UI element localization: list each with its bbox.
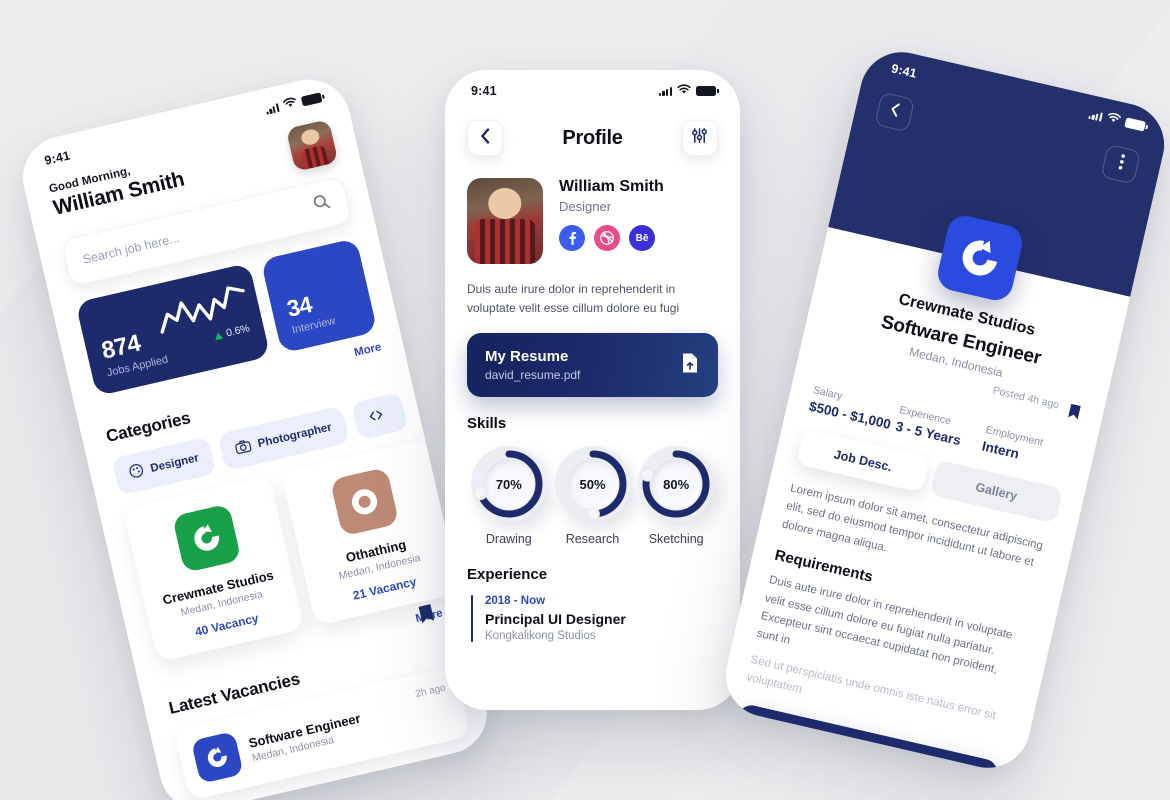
experience-date: 2018 - Now (485, 595, 546, 608)
wifi-icon (677, 84, 691, 98)
more-button[interactable] (1100, 143, 1142, 185)
company-card[interactable]: Othathing Medan, Indonesia 21 Vacancy (280, 439, 463, 626)
battery-icon (300, 92, 323, 107)
skills-list: 70% Drawing 50% Research 80% Sketching (467, 446, 718, 546)
bookmark-icon[interactable] (1065, 402, 1083, 426)
vacancy-time: 2h ago (414, 682, 447, 701)
sliders-icon (691, 127, 708, 149)
experience-title: Experience (467, 566, 548, 584)
dribbble-icon[interactable] (594, 225, 620, 251)
company-card[interactable]: Crewmate Studios Medan, Indonesia 40 Vac… (123, 475, 305, 663)
trend-up-icon (213, 331, 224, 340)
tab-gallery[interactable]: Gallery (929, 459, 1064, 524)
timeline-divider (471, 595, 473, 643)
skill-label: Research (565, 532, 620, 547)
battery-icon (1124, 117, 1146, 132)
facebook-icon[interactable] (559, 225, 585, 251)
signal-bars-icon (265, 102, 280, 115)
skill-percent: 70% (495, 476, 522, 492)
social-links: Bē (559, 225, 664, 251)
back-button[interactable] (467, 120, 503, 156)
skill-percent: 80% (663, 476, 690, 492)
profile-name: William Smith (559, 178, 664, 195)
skill-label: Drawing (485, 532, 532, 547)
experience-item: 2018 - Now Principal UI Designer Kongkal… (467, 595, 718, 643)
othathing-logo-icon (329, 467, 400, 537)
stat-card-interview[interactable]: 34 Interview (260, 237, 378, 354)
skill-label: Sketching (648, 532, 704, 547)
vacancy-card[interactable]: Software Engineer Medan, Indonesia 2h ag… (174, 665, 471, 800)
job-meta-salary: Salary $500 - $1,000 (808, 384, 901, 433)
page-title: Profile (562, 126, 623, 149)
category-label: Photographer (256, 421, 333, 451)
category-chip-developer[interactable] (350, 392, 408, 441)
profile-photo (467, 178, 543, 264)
skill-item[interactable]: 80% Sketching (634, 446, 718, 546)
chevron-left-icon (888, 101, 902, 123)
back-button[interactable] (874, 91, 916, 133)
code-icon (367, 407, 386, 428)
filter-button[interactable] (681, 120, 718, 156)
palette-icon (127, 462, 146, 483)
skill-percent: 50% (579, 476, 606, 492)
phone-mockup-home: 9:41 Good Morning, William Smith Search … (14, 71, 496, 800)
skills-title: Skills (467, 415, 507, 433)
behance-icon[interactable]: Bē (629, 225, 655, 251)
job-meta-experience: Experience 3 - 5 Years (894, 404, 987, 453)
resume-card[interactable]: My Resume david_resume.pdf (467, 333, 718, 398)
signal-bars-icon (1087, 109, 1103, 122)
job-meta-employment: Employment Intern (981, 424, 1074, 473)
resume-filename: david_resume.pdf (485, 368, 581, 383)
skill-item[interactable]: 50% Research (551, 446, 635, 546)
experience-role: Principal UI Designer (485, 611, 626, 628)
camera-icon (234, 438, 253, 458)
phone-mockup-profile: 9:41 Profile William Smith Designer Bē D… (445, 70, 740, 710)
profile-role: Designer (559, 199, 612, 214)
experience-company: Kongkalikong Studios (485, 630, 596, 643)
search-icon[interactable] (311, 192, 333, 217)
status-time: 9:41 (471, 84, 497, 98)
battery-icon (696, 86, 719, 96)
screenshot-stage: 9:41 Good Morning, William Smith Search … (0, 0, 1170, 800)
avatar[interactable] (285, 119, 339, 172)
category-chip-designer[interactable]: Designer (111, 436, 217, 496)
wifi-icon (1105, 111, 1122, 128)
status-bar: 9:41 (445, 70, 740, 98)
skill-progress-ring: 80% (638, 446, 715, 523)
skill-item[interactable]: 70% Drawing (467, 446, 551, 546)
phone-mockup-job-detail: 9:41 Crewmate Studios Software Engineer … (717, 43, 1170, 777)
crewmate-logo-icon (171, 503, 242, 574)
signal-bars-icon (658, 86, 672, 96)
more-vertical-icon (1116, 153, 1126, 176)
tab-job-desc[interactable]: Job Desc. (796, 428, 930, 493)
resume-title: My Resume (485, 348, 569, 366)
file-upload-icon[interactable] (680, 352, 700, 379)
chevron-left-icon (480, 127, 491, 149)
skill-progress-ring: 70% (470, 446, 547, 523)
crewmate-logo-icon (190, 731, 244, 784)
skill-progress-ring: 50% (554, 446, 631, 523)
category-label: Designer (149, 452, 201, 475)
profile-bio: Duis aute irure dolor in reprehenderit i… (467, 282, 680, 315)
